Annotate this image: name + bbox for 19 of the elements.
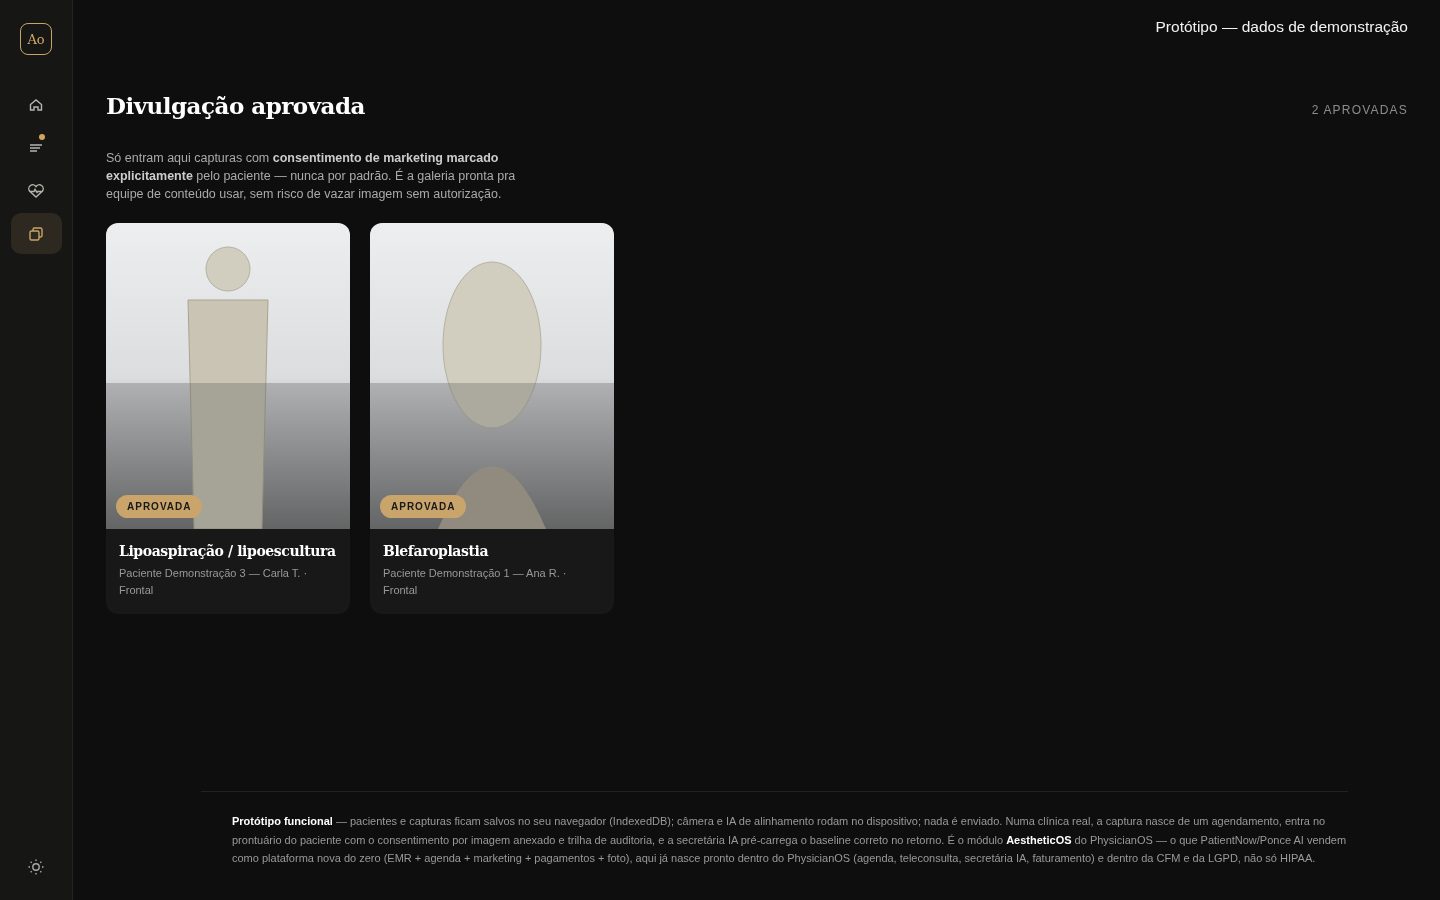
footer-text: Protótipo funcional — pacientes e capturas ficam salvos no seu navegador (IndexedDB); câmera e IA de alinhamento rodam no dispositivo; nada é enviado. Numa clínica real, a captura nasce de um agendamento, entra no prontuário do paciente com o consentimento por imagem anexado e trilha de auditoria, e a secretária IA pré-carrega o baseline correto no retorno. É o módulo AestheticOS do PhysicianOS — o que PatientNow/Ponce AI vendem como plataforma nova do zero (EMR + agenda + marketing + pagamentos + foto), aqui já nasce pronto dentro do PhysicianOS (agenda, teleconsulta, secretária IA, faturamento) e dentro da CFM e da LGPD, não só HIPAA. xyxy=(232,814,1348,867)
demo-notice: Protótipo — dados de demonstração xyxy=(1155,18,1408,36)
theme-toggle-button[interactable] xyxy=(27,858,45,876)
approved-badge: APROVADA xyxy=(380,495,467,518)
card-title: Lipoaspiração / lipoescultura xyxy=(119,543,337,559)
gallery-card[interactable]: APROVADA Blefaroplastia Paciente Demonstração 1 — Ana R. · Frontal xyxy=(370,223,614,614)
logo: Ao xyxy=(20,23,52,55)
page-title: Divulgação aprovada xyxy=(106,92,365,119)
gallery-card[interactable]: APROVADA Lipoaspiração / lipoescultura Paciente Demonstração 3 — Carla T. · Frontal xyxy=(106,223,350,614)
approved-count: 2 APROVADAS xyxy=(1311,103,1408,117)
card-title: Blefaroplastia xyxy=(383,543,490,559)
sun-icon xyxy=(27,858,45,876)
heart-pulse-icon xyxy=(27,182,45,199)
intro-text: Só entram aqui capturas com consentimento de marketing marcado explicitamente pelo paciente — nunca por padrão. É a galeria pronta pra equipe de conteúdo usar, sem risco de vazar imagem sem autorização. xyxy=(106,150,517,203)
gallery-icon xyxy=(28,225,44,242)
card-meta: Paciente Demonstração 3 — Carla T. · Frontal xyxy=(119,566,309,598)
card-meta: Paciente Demonstração 1 — Ana R. · Frontal xyxy=(383,566,568,598)
gallery-nav-button[interactable] xyxy=(10,213,62,254)
approved-badge: APROVADA xyxy=(116,495,203,518)
